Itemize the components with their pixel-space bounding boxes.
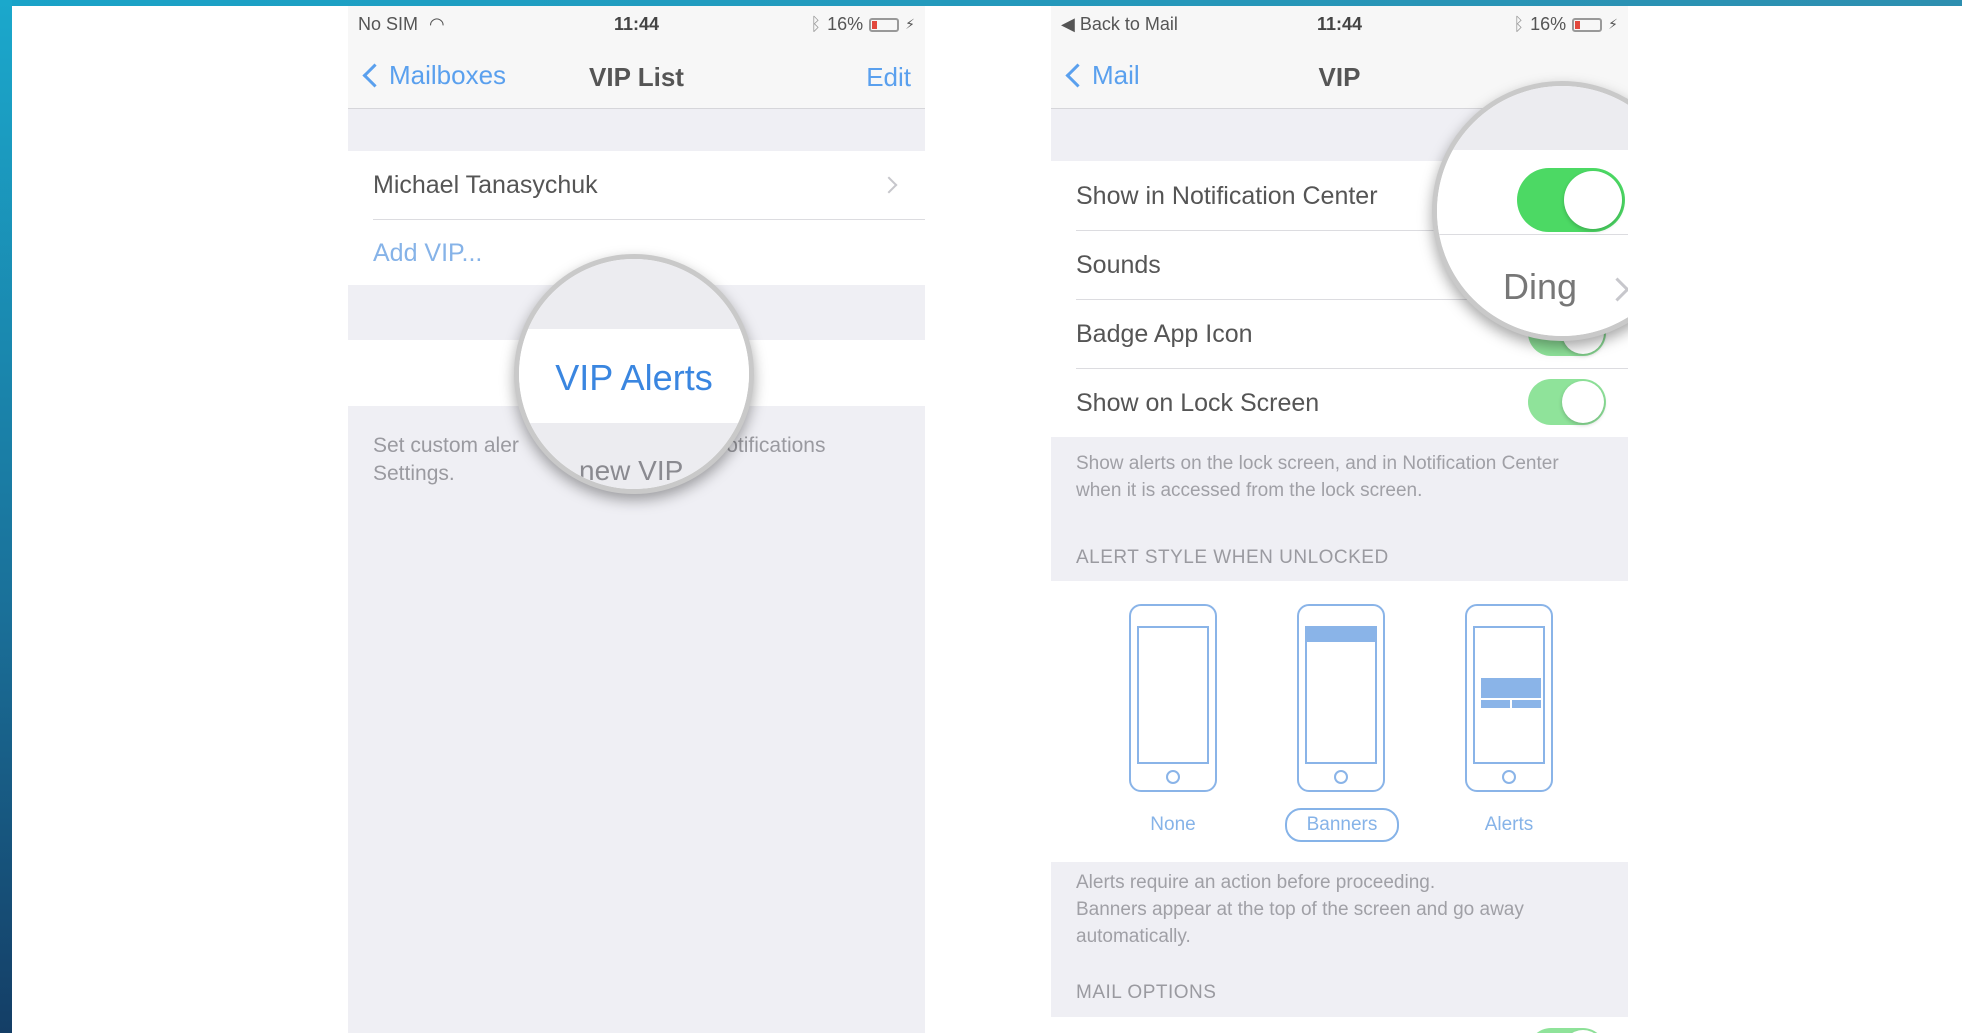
toggle-knob xyxy=(1564,171,1622,229)
magnified-footer-text: new VIP xyxy=(579,455,684,486)
row-divider xyxy=(1076,368,1628,369)
mail-options-row xyxy=(1051,1017,1628,1033)
show-lock-screen-label: Show on Lock Screen xyxy=(1076,389,1320,417)
bluetooth-icon: ᛒ xyxy=(1513,14,1525,34)
show-lock-screen-toggle[interactable] xyxy=(1528,379,1606,425)
status-bar: No SIM ◠ 11:44 ᛒ 16% ⚡ xyxy=(348,6,925,42)
frame-top-bar xyxy=(0,0,1962,6)
phone-outline-icon xyxy=(1129,604,1217,792)
alert-style-footer: Alerts require an action before proceedi… xyxy=(1076,872,1524,947)
lock-screen-footer: Show alerts on the lock screen, and in N… xyxy=(1076,453,1559,501)
alert-style-header: ALERT STYLE WHEN UNLOCKED xyxy=(1076,547,1389,568)
mail-options-toggle[interactable] xyxy=(1528,1028,1606,1033)
show-lock-screen-row: Show on Lock Screen xyxy=(1051,368,1628,437)
battery-icon xyxy=(869,17,900,32)
battery-percent: 16% xyxy=(827,14,864,34)
vip-contact-name: Michael Tanasychuk xyxy=(373,171,598,199)
add-vip-link: Add VIP... xyxy=(373,239,483,267)
mail-options-header: MAIL OPTIONS xyxy=(1076,982,1217,1003)
vip-alerts-button[interactable]: VIP Alerts xyxy=(519,357,749,399)
magnifier-vip-alerts: VIP Alerts new VIP xyxy=(514,254,754,494)
page-title: VIP List xyxy=(589,62,684,92)
charging-icon: ⚡ xyxy=(1608,16,1618,32)
show-notification-center-label: Show in Notification Center xyxy=(1076,182,1378,210)
vip-contact-row[interactable]: Michael Tanasychuk xyxy=(348,151,925,219)
charging-icon: ⚡ xyxy=(905,16,915,32)
status-bar: ◀ Back to Mail 11:44 ᛒ 16% ⚡ xyxy=(1051,6,1628,42)
chevron-right-icon xyxy=(880,176,898,194)
toggle-knob xyxy=(1562,381,1604,423)
vip-settings-screen: ◀ Back to Mail 11:44 ᛒ 16% ⚡ Mail VIP Sh… xyxy=(1051,6,1628,1033)
bluetooth-icon: ᛒ xyxy=(810,14,822,34)
navigation-bar: Mailboxes VIP List Edit xyxy=(348,42,925,109)
battery-percent: 16% xyxy=(1530,14,1567,34)
status-right: ᛒ 16% ⚡ xyxy=(810,14,915,35)
alert-style-none-label: None xyxy=(1150,814,1196,835)
edit-button[interactable]: Edit xyxy=(866,62,911,93)
row-divider xyxy=(373,219,925,220)
badge-app-icon-label: Badge App Icon xyxy=(1076,320,1253,348)
sounds-label: Sounds xyxy=(1076,251,1161,279)
battery-icon xyxy=(1572,17,1603,32)
phone-alert-icon xyxy=(1465,604,1553,792)
show-notification-center-toggle[interactable] xyxy=(1517,168,1625,232)
frame-left-bar xyxy=(0,0,12,1033)
magnifier-toggle-sounds: Ding xyxy=(1432,81,1628,341)
alert-style-alerts-label: Alerts xyxy=(1484,814,1534,835)
phone-banner-icon xyxy=(1297,604,1385,792)
vip-list-screen: No SIM ◠ 11:44 ᛒ 16% ⚡ Mailboxes VIP Lis… xyxy=(348,6,925,1033)
sounds-value[interactable]: Ding xyxy=(1503,266,1577,308)
status-right: ᛒ 16% ⚡ xyxy=(1513,14,1618,35)
alert-style-banners-label: Banners xyxy=(1285,808,1399,842)
